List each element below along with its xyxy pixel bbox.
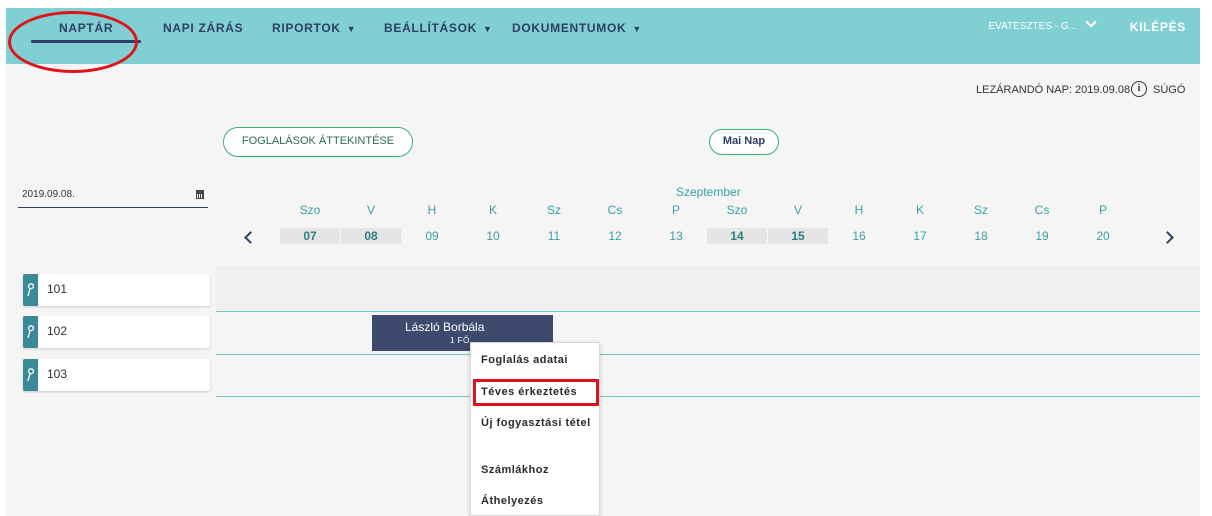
day-name: Sz	[973, 203, 988, 217]
app-window: NAPTÁR NAPI ZÁRÁS RIPORTOK ▼ BEÁLLÍTÁSOK ▼…	[6, 8, 1200, 516]
key-icon	[23, 274, 38, 306]
nav-item-label: BEÁLLÍTÁSOK	[384, 21, 478, 35]
menu-item-new-consumption[interactable]: Új fogyasztási tétel	[481, 415, 591, 431]
room-card-101[interactable]: 101	[23, 274, 210, 306]
day-number: 16	[852, 229, 866, 243]
month-label: Szeptember	[676, 185, 741, 199]
day-name: K	[915, 203, 924, 217]
room-number: 101	[47, 282, 68, 296]
row-divider	[216, 396, 1200, 397]
nav-item-beallitasok[interactable]: BEÁLLÍTÁSOK ▼	[384, 21, 493, 35]
user-name: EVATESZTES - G...	[988, 21, 1077, 32]
nav-item-label: RIPORTOK	[272, 21, 341, 35]
user-menu[interactable]: EVATESZTES - G...	[988, 16, 1097, 32]
day-name: H	[854, 203, 864, 217]
bookings-overview-button[interactable]: FOGLALÁSOK ÁTTEKINTÉSE	[223, 127, 413, 157]
date-input-value: 2019.09.08.	[22, 189, 75, 200]
nav-item-label: NAPI ZÁRÁS	[163, 21, 244, 35]
chevron-left-icon[interactable]	[244, 231, 257, 244]
day-number: 17	[913, 229, 927, 243]
caret-down-icon: ▼	[483, 24, 493, 34]
day-name: Cs	[607, 203, 623, 217]
day-name: H	[427, 203, 437, 217]
nav-item-dokumentumok[interactable]: DOKUMENTUMOK ▼	[512, 21, 642, 35]
menu-item-invoices[interactable]: Számlákhoz	[481, 462, 549, 478]
closing-day-label: LEZÁRANDÓ NAP: 2019.09.08	[976, 84, 1131, 96]
help-link[interactable]: SÚGÓ	[1153, 84, 1185, 96]
nav-item-label: DOKUMENTUMOK	[512, 21, 627, 35]
day-number: 07	[280, 228, 340, 244]
nav-item-riportok[interactable]: RIPORTOK ▼	[272, 21, 356, 35]
room-row-band	[216, 266, 1200, 312]
info-icon[interactable]: i	[1131, 81, 1147, 97]
guest-name: László Borbála	[405, 320, 485, 334]
row-divider	[216, 354, 1200, 355]
day-number: 09	[425, 229, 439, 243]
day-number: 20	[1096, 229, 1110, 243]
key-icon	[23, 359, 38, 391]
day-number: 19	[1035, 229, 1049, 243]
menu-item-booking-details[interactable]: Foglalás adatai	[481, 352, 568, 368]
nav-item-naptar[interactable]: NAPTÁR	[59, 21, 113, 35]
date-input[interactable]: 2019.09.08.	[18, 186, 208, 208]
chevron-down-icon	[1085, 16, 1097, 28]
room-card-103[interactable]: 103	[23, 359, 210, 391]
logout-button[interactable]: KILÉPÉS	[1130, 20, 1186, 34]
nav-item-napi-zaras[interactable]: NAPI ZÁRÁS	[163, 21, 243, 35]
chevron-right-icon[interactable]	[1161, 231, 1174, 244]
menu-item-relocate[interactable]: Áthelyezés	[481, 493, 543, 509]
room-card-102[interactable]: 102	[23, 316, 210, 348]
caret-down-icon: ▼	[346, 24, 357, 34]
day-name: Cs	[1034, 203, 1050, 217]
day-number: 10	[486, 229, 500, 243]
day-number: 12	[608, 229, 622, 243]
day-name: V	[793, 203, 802, 217]
room-number: 103	[47, 367, 68, 381]
day-number: 14	[707, 228, 767, 244]
day-number: 18	[974, 229, 988, 243]
top-navigation-bar: NAPTÁR NAPI ZÁRÁS RIPORTOK ▼ BEÁLLÍTÁSOK ▼…	[6, 8, 1200, 64]
day-number: 15	[768, 228, 828, 244]
guest-count: 1 FŐ	[450, 336, 470, 345]
day-name: P	[1098, 203, 1107, 217]
context-menu: Foglalás adatai Téves érkeztetés Új fogy…	[470, 342, 600, 516]
menu-item-wrong-checkin[interactable]: Téves érkeztetés	[481, 384, 577, 400]
day-name: Szo	[726, 203, 748, 217]
day-number: 13	[669, 229, 683, 243]
day-name: P	[671, 203, 680, 217]
row-divider	[216, 311, 1200, 312]
calendar-icon[interactable]	[196, 190, 204, 199]
nav-item-label: NAPTÁR	[59, 21, 114, 35]
day-name: Sz	[546, 203, 561, 217]
day-name: K	[488, 203, 497, 217]
caret-down-icon: ▼	[632, 24, 642, 34]
today-button[interactable]: Mai Nap	[709, 129, 779, 155]
day-name: Szo	[299, 203, 321, 217]
day-number: 11	[547, 229, 561, 243]
active-nav-underline	[31, 40, 141, 43]
key-icon	[23, 316, 38, 348]
room-number: 102	[47, 324, 68, 338]
day-number: 08	[341, 228, 401, 244]
day-name: V	[366, 203, 375, 217]
